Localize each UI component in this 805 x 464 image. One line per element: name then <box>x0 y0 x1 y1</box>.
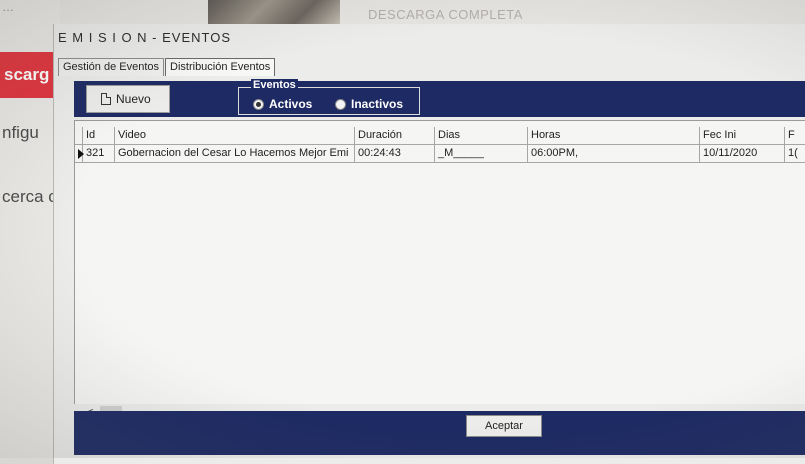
sidebar-item-top[interactable]: … <box>2 0 62 14</box>
events-grid[interactable]: Id Video Duración Dias Horas Fec Ini F 3… <box>74 120 805 414</box>
cell-dias[interactable]: _M_____ <box>435 145 528 163</box>
cell-video[interactable]: Gobernacion del Cesar Lo Hacemos Mejor E… <box>115 145 355 163</box>
eventos-group-label: Eventos <box>251 79 298 91</box>
sidebar-item-label: cerca c <box>2 187 57 206</box>
cell-id[interactable]: 321 <box>83 145 115 163</box>
grid-header-row: Id Video Duración Dias Horas Fec Ini F <box>75 127 805 145</box>
tab-distribucion-eventos[interactable]: Distribución Eventos <box>165 58 276 76</box>
header-indicator <box>75 127 83 145</box>
table-row[interactable]: 321 Gobernacion del Cesar Lo Hacemos Mej… <box>75 145 805 163</box>
footer-bar: Aceptar <box>74 411 805 455</box>
row-indicator <box>75 145 84 163</box>
current-row-arrow-icon <box>78 149 84 159</box>
column-header-id[interactable]: Id <box>83 127 115 145</box>
column-header-horas[interactable]: Horas <box>528 127 700 145</box>
cell-horas[interactable]: 06:00PM, <box>528 145 700 163</box>
radio-inactivos-label: Inactivos <box>351 97 404 111</box>
sidebar-item-descargas[interactable]: scarg <box>0 52 60 98</box>
column-header-video[interactable]: Video <box>115 127 355 145</box>
toolbar: Nuevo Eventos Activos Inactivos <box>74 79 805 117</box>
eventos-filter-group: Eventos Activos Inactivos <box>238 79 420 115</box>
cell-duracion[interactable]: 00:24:43 <box>355 145 435 163</box>
new-document-icon <box>101 93 111 105</box>
download-status: DESCARGA COMPLETA <box>368 7 523 22</box>
radio-selected-icon <box>253 98 264 110</box>
eventos-dialog: E M I S I O N - EVENTOS Gestión de Event… <box>53 24 805 464</box>
cell-f[interactable]: 1( <box>785 145 805 163</box>
cell-fec-ini[interactable]: 10/11/2020 <box>700 145 785 163</box>
sidebar-item-label: nfigu <box>2 123 39 142</box>
tab-gestion-eventos[interactable]: Gestión de Eventos <box>58 58 165 76</box>
new-button[interactable]: Nuevo <box>86 85 170 113</box>
sidebar-item-label: scarg <box>4 65 50 84</box>
column-header-dias[interactable]: Dias <box>435 127 528 145</box>
column-header-fec-ini[interactable]: Fec Ini <box>700 127 785 145</box>
dialog-title: E M I S I O N - EVENTOS <box>58 30 232 45</box>
tab-strip: Gestión de Eventos Distribución Eventos <box>58 58 276 76</box>
column-header-f[interactable]: F <box>785 127 805 145</box>
radio-activos-label: Activos <box>269 97 313 111</box>
new-button-label: Nuevo <box>116 92 151 106</box>
accept-button[interactable]: Aceptar <box>466 415 542 437</box>
radio-inactivos[interactable]: Inactivos <box>335 97 403 111</box>
video-thumbnail <box>208 0 340 24</box>
column-header-duracion[interactable]: Duración <box>355 127 435 145</box>
radio-activos[interactable]: Activos <box>253 97 312 111</box>
radio-unselected-icon <box>335 98 346 110</box>
